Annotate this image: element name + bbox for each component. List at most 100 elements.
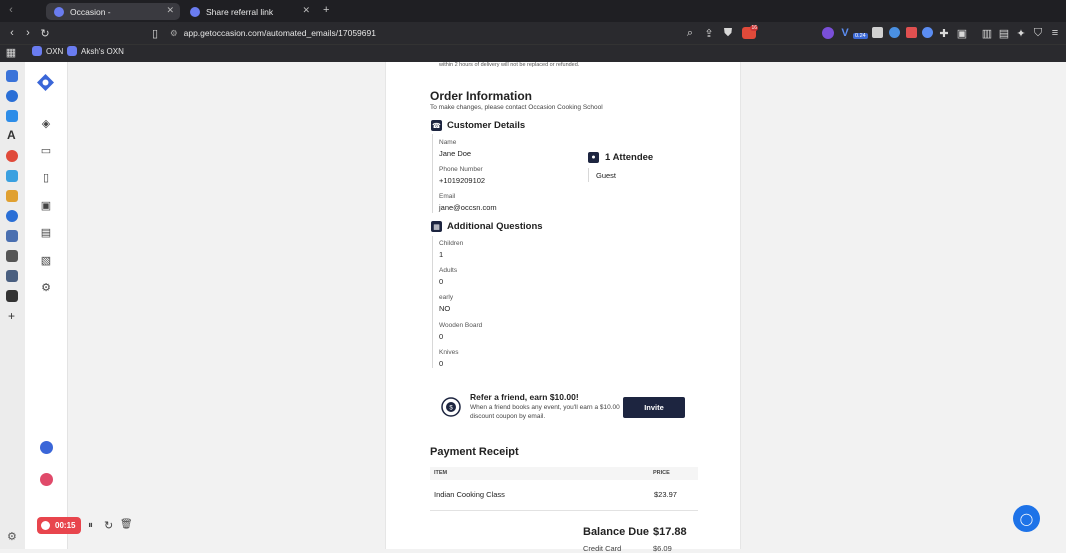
extension-icon[interactable]: ▣ [955,26,969,40]
divider [430,510,698,511]
bookmark-oxn[interactable]: OXN [32,46,63,56]
leo-icon[interactable]: ✦ [1014,26,1028,40]
app-shortcut-icon[interactable] [6,190,18,202]
wallet-icon[interactable]: ⛉ [1031,26,1045,40]
extension-badge: 0.24 [853,33,868,39]
name-label: Name [439,139,457,146]
app-shortcut-icon[interactable] [6,170,18,182]
new-tab-button[interactable]: + [323,4,329,16]
reload-icon[interactable]: ↻ [38,26,52,40]
app-shortcut-icon[interactable] [6,290,18,302]
referral-title: Refer a friend, earn $10.00! [470,392,579,402]
order-subtitle: To make changes, please contact Occasion… [430,104,603,111]
app-shortcut-icon[interactable]: A [7,128,16,142]
question-label: Knives [439,349,459,356]
divider [588,168,589,182]
divider [432,236,433,368]
email-value: jane@occsn.com [439,203,497,212]
bookmarks-bar [0,44,1066,62]
extension-icon[interactable] [906,27,917,38]
occasion-logo-icon[interactable] [37,74,54,91]
pause-icon[interactable]: ⏸ [88,520,93,531]
bookmark-aksh-oxn[interactable]: Aksh's OXN [67,46,124,56]
brave-rewards-icon[interactable]: 16 [742,25,758,39]
tab-title: Share referral link [206,6,274,17]
menu-icon[interactable]: ≡ [1048,26,1062,40]
question-answer: 0 [439,332,444,341]
phone-label: Phone Number [439,166,483,173]
nav-calendar-icon[interactable]: ▭ [40,145,52,157]
nav-orders-icon[interactable]: ▯ [40,172,52,184]
tabs-icon[interactable]: ▤ [997,26,1011,40]
chat-icon[interactable] [40,473,53,486]
receipt-item-name: Indian Cooking Class [434,490,505,499]
nav-coupons-icon[interactable]: ▣ [40,200,52,212]
app-shortcut-icon[interactable] [6,70,18,82]
order-title: Order Information [430,89,533,103]
nav-settings-icon[interactable]: ⚙ [40,282,52,294]
restart-icon[interactable]: ↻ [104,519,113,532]
bookmark-icon[interactable]: ▯ [148,26,162,40]
app-shortcut-icon[interactable] [6,230,18,242]
chevron-left-icon[interactable]: ‹ [4,3,18,17]
notification-icon[interactable] [40,441,53,454]
tab-title: Occasion - [70,6,111,17]
app-shortcut-icon[interactable] [6,210,18,222]
app-shortcut-icon[interactable] [6,270,18,282]
shield-icon[interactable]: ⛊ [721,26,735,40]
zoom-icon[interactable]: ⌕ [683,26,697,40]
invite-button[interactable]: Invite [623,397,685,418]
forward-icon[interactable]: › [21,26,35,40]
app-shortcut-icon[interactable] [6,110,18,122]
extension-icon[interactable] [889,27,900,38]
delete-icon[interactable]: 🗑 [120,519,133,530]
recording-indicator[interactable]: 00:15 [37,517,81,534]
question-label: Wooden Board [439,322,483,329]
email-preview: within 2 hours of delivery will not be r… [385,62,741,553]
settings-icon[interactable]: ⚙ [7,530,17,543]
back-icon[interactable]: ‹ [5,26,19,40]
bookmark-label: OXN [46,46,64,56]
shield-badge: 16 [750,25,758,31]
nav-dashboard-icon[interactable]: ◈ [40,118,52,130]
question-answer: 1 [439,250,444,259]
apps-icon[interactable]: ▦ [4,45,18,59]
grid-icon: ▦ [431,221,442,232]
occasion-favicon-icon [67,46,77,56]
puzzle-icon[interactable]: ✚ [937,26,951,40]
sidebar-icon[interactable]: ▥ [980,26,994,40]
add-icon[interactable]: + [8,309,15,323]
app-shortcut-icon[interactable] [6,90,18,102]
help-chat-button[interactable]: ◯ [1013,505,1040,532]
question-label: early [439,294,454,301]
url-text: app.getoccasion.com/automated_emails/170… [183,28,376,38]
close-icon[interactable]: ✕ [166,5,174,16]
close-icon[interactable]: ✕ [302,5,310,16]
extension-icon[interactable] [922,27,933,38]
extension-icon[interactable] [872,27,883,38]
url-bar[interactable]: ⚙ app.getoccasion.com/automated_emails/1… [166,25,760,41]
divider [432,134,433,213]
vimium-icon[interactable]: V [838,26,852,40]
share-icon[interactable]: ⇪ [702,26,716,40]
tab-referral[interactable]: Share referral link ✕ [182,3,316,20]
tab-occasion[interactable]: Occasion - ✕ [46,3,180,20]
email-label: Email [439,193,456,200]
price-column-header: PRICE [653,470,670,476]
site-info-icon[interactable]: ⚙ [170,28,178,39]
receipt-item-price: $23.97 [654,490,677,499]
name-value: Jane Doe [439,149,472,158]
referral-text: When a friend books any event, you'll ea… [470,404,620,411]
nav-reports-icon[interactable]: ▧ [40,255,52,267]
nav-products-icon[interactable]: ▤ [40,227,52,239]
app-shortcut-icon[interactable] [6,150,18,162]
occasion-favicon-icon [54,6,64,17]
occasion-favicon-icon [190,6,200,17]
extension-icon[interactable] [822,27,834,39]
item-column-header: ITEM [434,470,448,476]
additional-questions-title: Additional Questions [447,221,543,232]
app-shortcut-icon[interactable] [6,250,18,262]
delivery-note: within 2 hours of delivery will not be r… [439,62,580,68]
question-answer: 0 [439,359,444,368]
person-icon: ● [588,152,599,163]
